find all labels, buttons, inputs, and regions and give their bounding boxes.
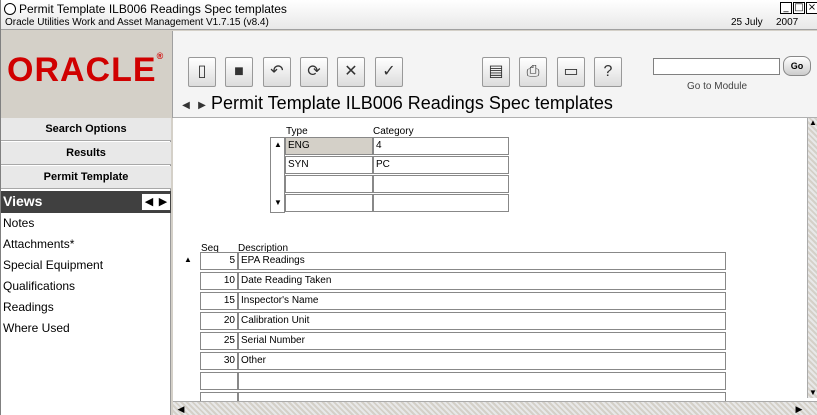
view-item-attachments[interactable]: Attachments* bbox=[3, 237, 74, 251]
view-item-notes[interactable]: Notes bbox=[3, 216, 34, 230]
search-options-button[interactable]: Search Options bbox=[1, 118, 171, 141]
date-day: 25 July bbox=[731, 17, 763, 28]
scroll-right-icon[interactable]: ▶ bbox=[793, 403, 805, 415]
notes-icon[interactable]: ▭ bbox=[557, 57, 585, 87]
print-icon[interactable]: ⎙ bbox=[519, 57, 547, 87]
description-cell[interactable]: EPA Readings bbox=[238, 252, 726, 270]
logo-text: ORACLE bbox=[7, 51, 157, 89]
delete-icon[interactable]: ✕ bbox=[337, 57, 365, 87]
window-subtitle: Oracle Utilities Work and Asset Manageme… bbox=[5, 17, 269, 28]
type-table-up-arrow[interactable]: ▲ bbox=[274, 140, 282, 149]
views-next-icon[interactable]: ▶ bbox=[156, 194, 170, 210]
go-to-module-label: Go to Module bbox=[687, 81, 748, 92]
type-cell[interactable] bbox=[285, 194, 373, 212]
title-bar: Permit Template ILB006 Readings Spec tem… bbox=[1, 0, 817, 30]
seq-cell[interactable]: 25 bbox=[200, 332, 238, 350]
category-cell[interactable] bbox=[373, 175, 509, 193]
app-icon bbox=[4, 3, 16, 15]
description-cell[interactable]: Date Reading Taken bbox=[238, 272, 726, 290]
seq-cell[interactable] bbox=[200, 372, 238, 390]
category-cell[interactable] bbox=[373, 194, 509, 212]
window-title: Permit Template ILB006 Readings Spec tem… bbox=[19, 2, 287, 16]
description-cell[interactable] bbox=[238, 372, 726, 390]
help-icon[interactable]: ? bbox=[594, 57, 622, 87]
views-nav: ◀ ▶ bbox=[141, 193, 171, 211]
application-window: Permit Template ILB006 Readings Spec tem… bbox=[0, 0, 817, 415]
results-button[interactable]: Results bbox=[1, 142, 171, 165]
category-cell[interactable]: PC bbox=[373, 156, 509, 174]
view-item-readings[interactable]: Readings bbox=[3, 300, 54, 314]
refresh-icon[interactable]: ⟳ bbox=[300, 57, 328, 87]
save-icon[interactable]: ■ bbox=[225, 57, 253, 87]
seq-cell[interactable]: 10 bbox=[200, 272, 238, 290]
minimize-icon[interactable]: _ bbox=[780, 2, 792, 14]
vertical-scrollbar[interactable]: ▲ ▼ bbox=[807, 118, 817, 398]
scroll-up-icon[interactable]: ▲ bbox=[808, 118, 817, 128]
maximize-icon[interactable]: □ bbox=[793, 2, 805, 14]
readings-table-up-icon[interactable]: ▲ bbox=[184, 255, 192, 264]
go-button[interactable]: Go bbox=[783, 56, 811, 76]
new-icon[interactable]: ▯ bbox=[188, 57, 216, 87]
views-label: Views bbox=[3, 193, 43, 209]
description-cell[interactable]: Inspector's Name bbox=[238, 292, 726, 310]
seq-cell[interactable]: 20 bbox=[200, 312, 238, 330]
report-icon[interactable]: ▤ bbox=[482, 57, 510, 87]
oracle-logo: ORACLE® bbox=[7, 51, 165, 89]
view-item-qualifications[interactable]: Qualifications bbox=[3, 279, 75, 293]
date-year: 2007 bbox=[776, 17, 799, 28]
logo-area: ORACLE® bbox=[1, 31, 173, 118]
category-cell[interactable]: 4 bbox=[373, 137, 509, 155]
type-cell[interactable] bbox=[285, 175, 373, 193]
go-to-module-input[interactable] bbox=[653, 58, 780, 75]
main-content: Type Category ▲ ▼ ▲ ▼ ENG 4 SYN PC Seq D… bbox=[173, 118, 817, 415]
view-item-where-used[interactable]: Where Used bbox=[3, 321, 70, 335]
seq-cell[interactable]: 15 bbox=[200, 292, 238, 310]
description-cell[interactable]: Other bbox=[238, 352, 726, 370]
previous-record-icon[interactable]: ◀ bbox=[179, 99, 193, 113]
type-column-header: Type bbox=[286, 126, 308, 137]
spell-check-icon[interactable]: ✓ bbox=[375, 57, 403, 87]
type-cell[interactable]: ENG bbox=[285, 137, 373, 155]
permit-template-button[interactable]: Permit Template bbox=[1, 166, 171, 189]
seq-cell[interactable]: 30 bbox=[200, 352, 238, 370]
header: ORACLE® ▯ ■ ↶ ⟳ ✕ ✓ ▤ ⎙ ▭ ? Go Go to Mod… bbox=[1, 31, 817, 118]
type-table-down-arrow[interactable]: ▼ bbox=[274, 198, 282, 207]
sidebar: Search Options Results Permit Template V… bbox=[1, 118, 171, 415]
scroll-left-icon[interactable]: ◀ bbox=[175, 403, 187, 415]
undo-icon[interactable]: ↶ bbox=[263, 57, 291, 87]
scroll-down-icon[interactable]: ▼ bbox=[808, 388, 817, 398]
record-nav: ◀ ▶ bbox=[179, 99, 209, 113]
description-cell[interactable]: Calibration Unit bbox=[238, 312, 726, 330]
views-prev-icon[interactable]: ◀ bbox=[142, 194, 156, 210]
category-column-header: Category bbox=[373, 126, 414, 137]
page-title: Permit Template ILB006 Readings Spec tem… bbox=[211, 93, 613, 113]
close-icon[interactable]: × bbox=[806, 2, 817, 14]
window-controls: _ □ × bbox=[780, 2, 817, 14]
type-cell[interactable]: SYN bbox=[285, 156, 373, 174]
views-header: Views ◀ ▶ bbox=[1, 191, 171, 213]
seq-cell[interactable]: 5 bbox=[200, 252, 238, 270]
view-item-special-equipment[interactable]: Special Equipment bbox=[3, 258, 103, 272]
description-cell[interactable]: Serial Number bbox=[238, 332, 726, 350]
horizontal-scrollbar[interactable]: ◀ ▶ bbox=[173, 401, 817, 415]
next-record-icon[interactable]: ▶ bbox=[195, 99, 209, 113]
